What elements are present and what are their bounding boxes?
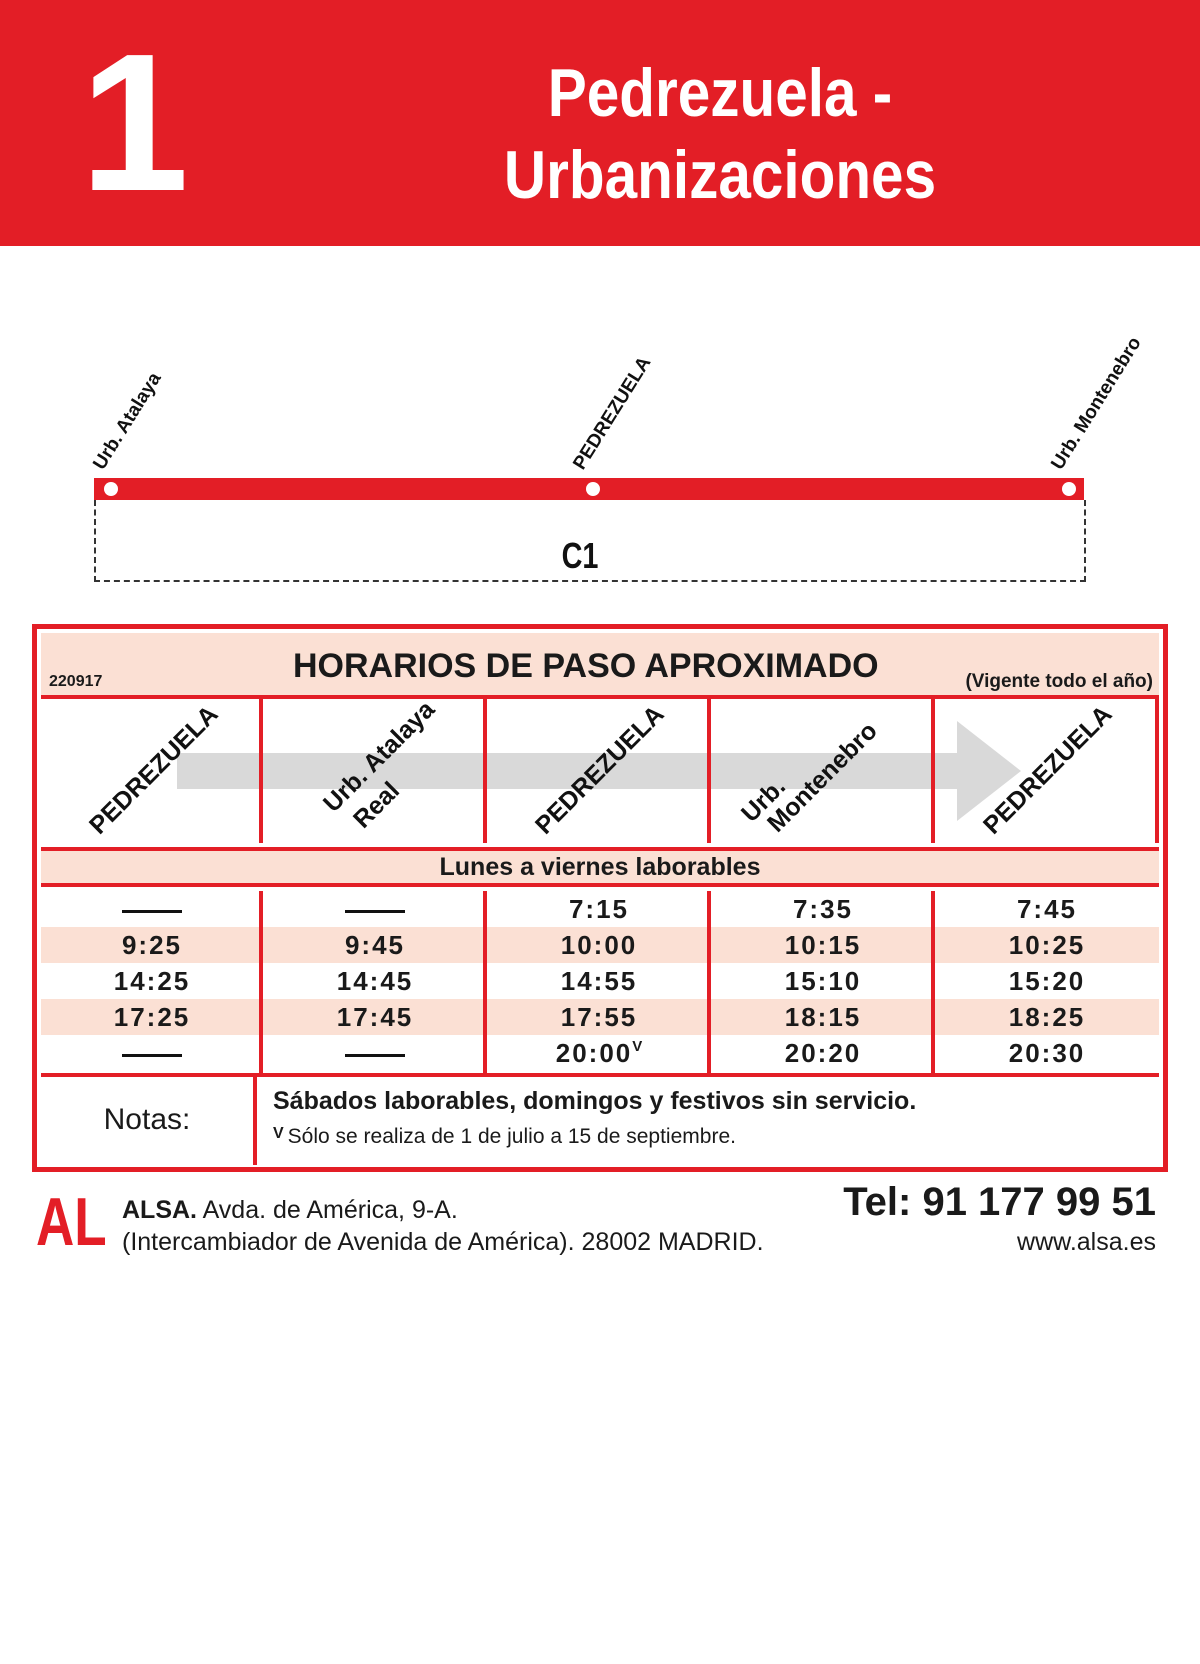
line-number: 1	[80, 13, 190, 232]
stop-dot	[1062, 482, 1076, 496]
column-divider	[259, 891, 263, 1073]
company-name: ALSA.	[122, 1196, 197, 1224]
circuit-code: C1	[561, 535, 599, 576]
timetable-title: HORARIOS DE PASO APROXIMADO	[293, 647, 879, 685]
time-cell	[41, 1035, 263, 1071]
time-cell: 20:00V	[487, 1035, 711, 1071]
timetable-title-bar: 220917 HORARIOS DE PASO APROXIMADO (Vige…	[41, 633, 1159, 699]
alsa-logo: AL	[36, 1184, 107, 1260]
table-row: 14:25 14:45 14:55 15:10 15:20	[41, 963, 1159, 999]
no-service-dash	[345, 1053, 405, 1057]
time-cell: 18:25	[1008, 1002, 1086, 1032]
timetable-code: 220917	[49, 673, 103, 690]
company-address-2: (Intercambiador de Avenida de América). …	[122, 1228, 764, 1256]
time-cell: 15:10	[784, 966, 862, 996]
company-street: Avda. de América, 9-A.	[202, 1196, 458, 1224]
column-divider	[931, 891, 935, 1073]
no-service-dash	[122, 909, 182, 913]
column-divider	[483, 891, 487, 1073]
no-service-dash	[345, 909, 405, 913]
line-title-1: Pedrezuela -	[547, 55, 893, 131]
line-title: Pedrezuela - Urbanizaciones	[462, 52, 978, 216]
time-cell	[263, 891, 487, 927]
notes-section: Notas: Sábados laborables, domingos y fe…	[41, 1073, 1159, 1165]
day-type: Lunes a viernes laborables	[41, 847, 1159, 887]
column-divider	[707, 891, 711, 1073]
stop-dot	[104, 482, 118, 496]
notes-sub-text: Sólo se realiza de 1 de julio a 15 de se…	[287, 1125, 736, 1148]
time-cell: 7:15	[568, 894, 630, 924]
header-banner: 1 Pedrezuela - Urbanizaciones	[0, 0, 1200, 246]
time-cell: 9:45	[344, 930, 406, 960]
table-row: 7:15 7:35 7:45	[41, 891, 1159, 927]
time-cell: 9:25	[121, 930, 183, 960]
time-cell: 14:55	[560, 966, 638, 996]
stop-dot	[586, 482, 600, 496]
time-cell: 17:45	[336, 1002, 414, 1032]
time-cell: 7:45	[1016, 894, 1078, 924]
timetable-validity: (Vigente todo el año)	[965, 671, 1153, 692]
time-value: 20:00	[555, 1038, 633, 1068]
notes-sub: V Sólo se realiza de 1 de julio a 15 de s…	[273, 1125, 736, 1149]
table-row: 9:25 9:45 10:00 10:15 10:25	[41, 927, 1159, 963]
column-header-row: PEDREZUELA Urb. Atalaya Real PEDREZUELA …	[41, 695, 1159, 843]
no-service-dash	[122, 1053, 182, 1057]
table-row: 20:00V 20:20 20:30	[41, 1035, 1159, 1071]
time-cell	[41, 891, 263, 927]
notes-label: Notas:	[41, 1077, 257, 1165]
time-cell: 20:20	[784, 1038, 862, 1068]
time-cell	[263, 1035, 487, 1071]
time-cell: 18:15	[784, 1002, 862, 1032]
time-cell: 7:35	[792, 894, 854, 924]
website-link[interactable]: www.alsa.es	[1017, 1228, 1156, 1257]
time-cell: 17:55	[560, 1002, 638, 1032]
company-address: ALSA. Avda. de América, 9-A.	[122, 1196, 458, 1225]
time-cell: 15:20	[1008, 966, 1086, 996]
notes-marker: V	[273, 1125, 284, 1142]
time-cell: 14:45	[336, 966, 414, 996]
time-cell: 17:25	[113, 1002, 191, 1032]
table-row: 17:25 17:45 17:55 18:15 18:25	[41, 999, 1159, 1035]
notes-main: Sábados laborables, domingos y festivos …	[273, 1087, 917, 1115]
time-cell: 14:25	[113, 966, 191, 996]
note-marker: V	[632, 1038, 643, 1055]
time-cell: 20:30	[1008, 1038, 1086, 1068]
line-title-2: Urbanizaciones	[503, 137, 937, 213]
route-stop-label: PEDREZUELA	[569, 353, 656, 474]
route-stop-label: Urb. Atalaya	[89, 368, 166, 474]
time-cell: 10:00	[560, 930, 638, 960]
time-cell: 10:15	[784, 930, 862, 960]
phone-number: Tel: 91 177 99 51	[843, 1180, 1156, 1224]
timetable: 220917 HORARIOS DE PASO APROXIMADO (Vige…	[32, 624, 1168, 1172]
route-stop-label: Urb. Montenebro	[1047, 333, 1146, 474]
time-cell: 10:25	[1008, 930, 1086, 960]
